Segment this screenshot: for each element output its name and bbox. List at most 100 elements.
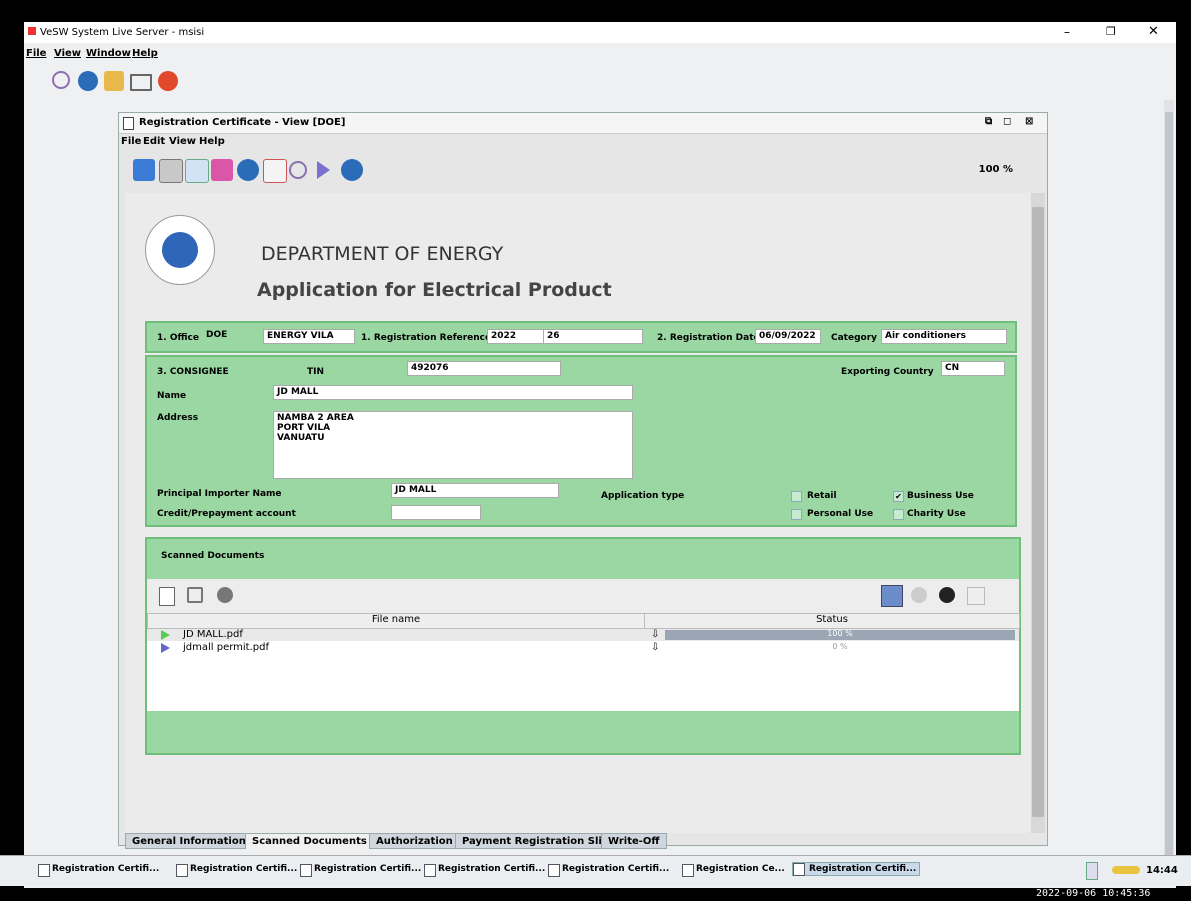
address-field[interactable]: NAMBA 2 AREA PORT VILA VANUATU bbox=[273, 411, 633, 479]
download-icon[interactable] bbox=[881, 585, 903, 607]
menu-edit[interactable]: Edit bbox=[143, 136, 165, 147]
form-icon[interactable] bbox=[133, 159, 155, 181]
retail-checkbox[interactable] bbox=[791, 491, 802, 502]
menu-window[interactable]: Window bbox=[86, 48, 131, 59]
taskbar-item[interactable]: Registration Certifi... bbox=[176, 864, 297, 877]
name-field[interactable]: JD MALL bbox=[273, 385, 633, 400]
department-title: DEPARTMENT OF ENERGY bbox=[261, 243, 504, 265]
tab-payment-registration-slip[interactable]: Payment Registration Slip bbox=[455, 833, 616, 849]
minimize-icon[interactable]: – bbox=[1064, 25, 1070, 39]
outer-title-bar: VeSW System Live Server - msisi – ❐ ✕ bbox=[24, 22, 1176, 43]
restore-icon[interactable]: ⧉ bbox=[985, 116, 992, 127]
office-name-field[interactable]: ENERGY VILA bbox=[263, 329, 355, 344]
upload-icon[interactable] bbox=[237, 159, 259, 181]
charity-use-checkbox[interactable] bbox=[893, 509, 904, 520]
registration-panel: 1. Office DOE ENERGY VILA 1. Registratio… bbox=[145, 321, 1017, 353]
outer-toolbar bbox=[24, 65, 1176, 97]
importer-label: Principal Importer Name bbox=[157, 489, 282, 499]
pause-icon[interactable] bbox=[911, 587, 927, 603]
table-row[interactable]: jdmall permit.pdf ⇩ 0 % bbox=[147, 642, 1019, 654]
stop-icon[interactable] bbox=[939, 587, 955, 603]
search-icon[interactable] bbox=[52, 71, 70, 89]
outer-window: VeSW System Live Server - msisi – ❐ ✕ Fi… bbox=[24, 22, 1176, 888]
menu-help[interactable]: Help bbox=[132, 48, 158, 59]
tin-field[interactable]: 492076 bbox=[407, 361, 561, 376]
inner-title: Registration Certificate - View [DOE] bbox=[139, 117, 346, 128]
play-icon[interactable] bbox=[317, 161, 330, 179]
tab-bar: General Information Scanned Documents Au… bbox=[125, 831, 1031, 851]
taskbar-item[interactable]: Registration Ce... bbox=[682, 864, 785, 877]
form-scrollbar-thumb[interactable] bbox=[1032, 207, 1044, 817]
category-field[interactable]: Air conditioners bbox=[881, 329, 1007, 344]
close-icon[interactable]: ✕ bbox=[1148, 24, 1159, 39]
status-header[interactable]: Status bbox=[644, 613, 1020, 629]
taskbar-item[interactable]: Registration Certifi... bbox=[38, 864, 159, 877]
esws-logo bbox=[145, 215, 215, 285]
menu-file[interactable]: File bbox=[26, 48, 46, 59]
menu-file[interactable]: File bbox=[121, 136, 141, 147]
consignee-panel: 3. CONSIGNEE TIN 492076 Exporting Countr… bbox=[145, 355, 1017, 527]
date-label: 2. Registration Date bbox=[657, 333, 760, 343]
retail-label: Retail bbox=[807, 491, 837, 501]
personal-use-checkbox[interactable] bbox=[791, 509, 802, 520]
date-field[interactable]: 06/09/2022 bbox=[755, 329, 821, 344]
folder-icon[interactable] bbox=[104, 71, 124, 91]
zoom-level: 100 % bbox=[978, 164, 1013, 175]
credit-field[interactable] bbox=[391, 505, 481, 520]
taskbar-item[interactable]: Registration Certifi... bbox=[424, 864, 545, 877]
charity-use-label: Charity Use bbox=[907, 509, 966, 519]
form-subtitle: Application for Electrical Product bbox=[257, 279, 612, 301]
status-cell: 100 % bbox=[827, 629, 853, 638]
download-row-icon[interactable]: ⇩ bbox=[651, 642, 659, 653]
exporting-country-field[interactable]: CN bbox=[941, 361, 1005, 376]
office-label: 1. Office bbox=[157, 333, 199, 343]
clock: 14:44 bbox=[1146, 865, 1178, 876]
preview-icon[interactable] bbox=[263, 159, 287, 183]
copy-icon[interactable] bbox=[159, 159, 183, 183]
status-cell: 0 % bbox=[832, 642, 848, 651]
importer-field[interactable]: JD MALL bbox=[391, 483, 559, 498]
menu-view[interactable]: View bbox=[54, 48, 81, 59]
address-line: NAMBA 2 AREA bbox=[277, 413, 354, 423]
scanned-documents-label: Scanned Documents bbox=[161, 551, 265, 561]
tab-general-information[interactable]: General Information bbox=[125, 833, 253, 849]
tab-authorization[interactable]: Authorization bbox=[369, 833, 460, 849]
network-icon bbox=[1086, 862, 1098, 880]
document-icon[interactable] bbox=[159, 587, 175, 606]
table-row[interactable]: JD MALL.pdf ⇩ 100 % bbox=[147, 629, 1019, 641]
ref-number-field[interactable]: 26 bbox=[543, 329, 643, 344]
scanned-toolbar bbox=[147, 579, 1019, 613]
name-label: Name bbox=[157, 391, 187, 401]
ref-year-field[interactable]: 2022 bbox=[487, 329, 547, 344]
delete-icon[interactable] bbox=[217, 587, 233, 603]
taskbar-item-active[interactable]: Registration Certifi... bbox=[792, 862, 921, 876]
business-use-checkbox[interactable]: ✔ bbox=[893, 491, 904, 502]
taskbar-item[interactable]: Registration Certifi... bbox=[548, 864, 669, 877]
file-status-icon bbox=[161, 643, 170, 653]
close-icon[interactable]: ⊠ bbox=[1025, 116, 1033, 127]
maximize-icon[interactable]: ◻ bbox=[1003, 116, 1011, 127]
file-name-header[interactable]: File name bbox=[147, 613, 645, 629]
tab-scanned-documents[interactable]: Scanned Documents bbox=[245, 833, 374, 849]
inner-menu-bar: File Edit View Help bbox=[119, 133, 1047, 151]
save-icon[interactable] bbox=[187, 587, 203, 603]
file-name-cell: JD MALL.pdf bbox=[183, 629, 243, 640]
menu-help[interactable]: Help bbox=[199, 136, 225, 147]
search-icon[interactable] bbox=[289, 161, 307, 179]
help-icon[interactable] bbox=[341, 159, 363, 181]
mail-icon[interactable] bbox=[130, 74, 152, 91]
zoom-icon[interactable] bbox=[967, 587, 985, 605]
tab-write-off[interactable]: Write-Off bbox=[601, 833, 667, 849]
credit-label: Credit/Prepayment account bbox=[157, 509, 296, 519]
power-icon[interactable] bbox=[158, 71, 178, 91]
print-icon[interactable] bbox=[211, 159, 233, 181]
help-icon[interactable] bbox=[78, 71, 98, 91]
taskbar-item[interactable]: Registration Certifi... bbox=[300, 864, 421, 877]
restore-icon[interactable]: ❐ bbox=[1106, 25, 1116, 38]
outer-scrollbar-thumb[interactable] bbox=[1165, 112, 1173, 862]
office-code-field[interactable]: DOE bbox=[203, 329, 261, 344]
consignee-label: 3. CONSIGNEE bbox=[157, 367, 229, 377]
report-icon[interactable] bbox=[185, 159, 209, 183]
download-row-icon[interactable]: ⇩ bbox=[651, 629, 659, 640]
menu-view[interactable]: View bbox=[169, 136, 196, 147]
